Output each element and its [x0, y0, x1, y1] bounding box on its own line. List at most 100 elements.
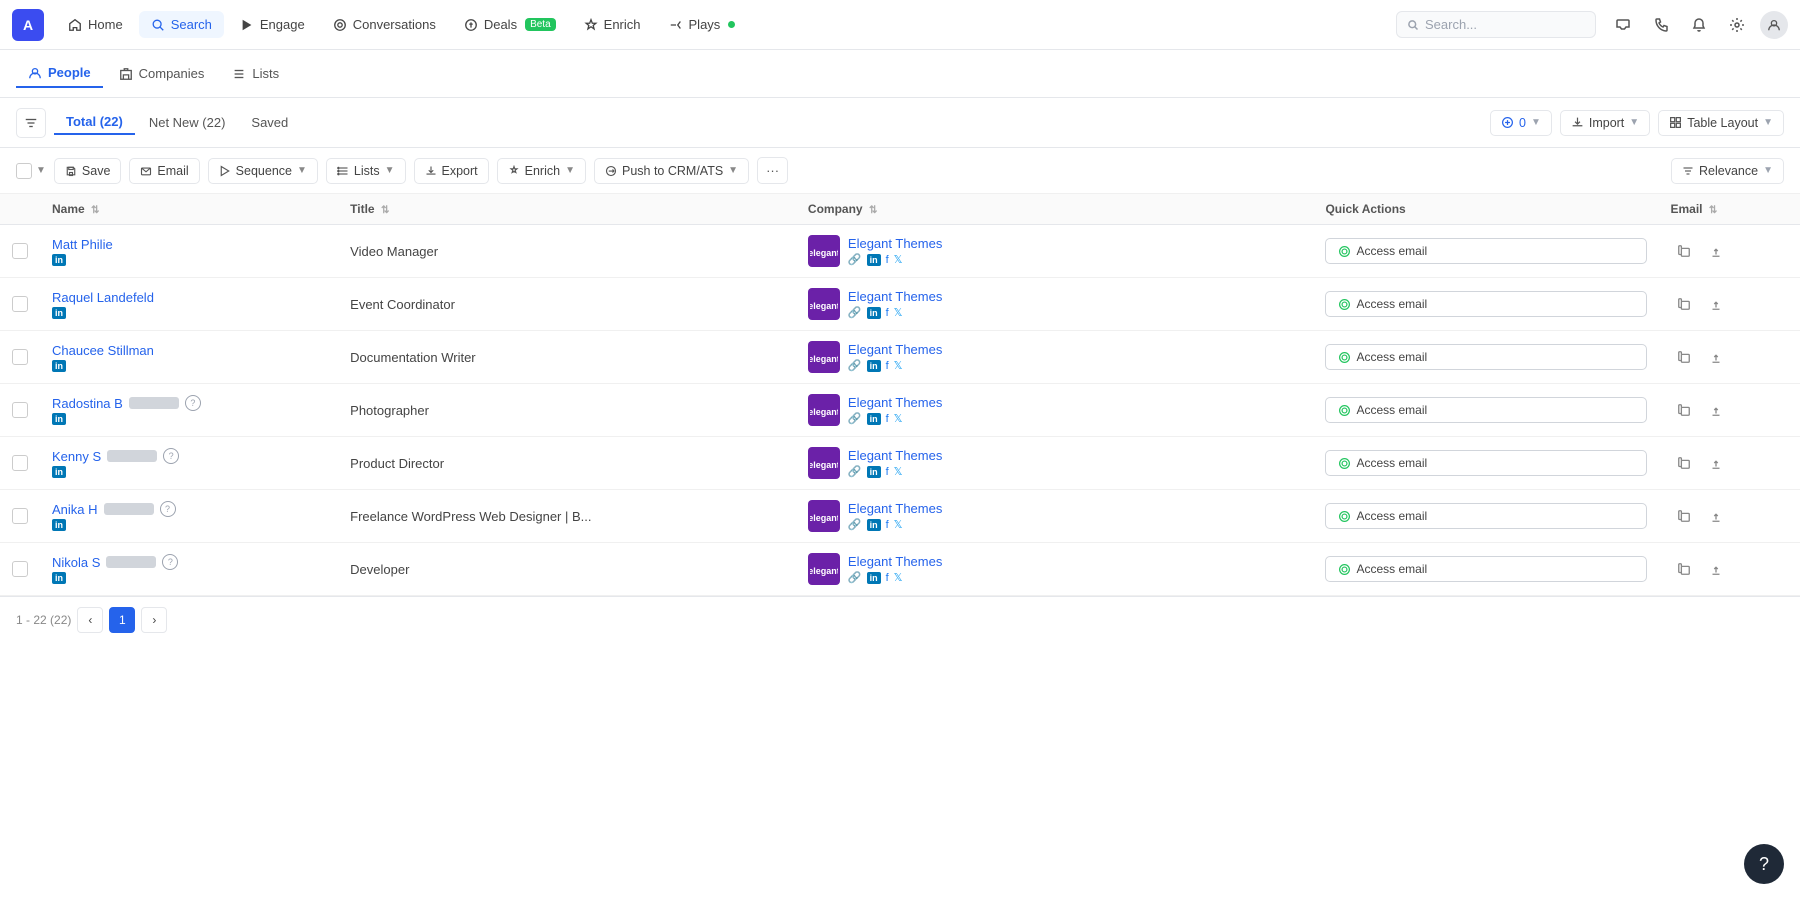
global-search[interactable]: Search... — [1396, 11, 1596, 38]
company-linkedin-icon[interactable]: in — [867, 254, 881, 266]
nav-home[interactable]: Home — [56, 11, 135, 38]
email-btn[interactable]: Email — [129, 158, 199, 184]
company-facebook-icon[interactable]: f — [886, 413, 889, 425]
linkedin-icon[interactable]: in — [52, 307, 66, 319]
nav-enrich[interactable]: Enrich — [572, 11, 653, 38]
select-all-checkbox[interactable] — [16, 163, 32, 179]
nav-deals[interactable]: Deals Beta — [452, 11, 568, 38]
linkedin-icon[interactable]: in — [52, 254, 66, 266]
nav-search[interactable]: Search — [139, 11, 224, 38]
company-twitter-icon[interactable]: 𝕏 — [894, 359, 903, 372]
company-facebook-icon[interactable]: f — [886, 254, 889, 266]
more-actions-btn[interactable]: ··· — [757, 157, 788, 184]
company-name-link[interactable]: Elegant Themes — [848, 448, 942, 463]
col-email[interactable]: Email ⇅ — [1659, 194, 1800, 225]
user-icon-btn[interactable] — [1760, 11, 1788, 39]
export-btn[interactable]: Export — [414, 158, 489, 184]
nav-plays[interactable]: Plays — [657, 11, 748, 38]
col-title[interactable]: Title ⇅ — [338, 194, 796, 225]
email-copy-icon[interactable] — [1671, 450, 1697, 476]
email-send-icon[interactable] — [1703, 291, 1729, 317]
prev-page-btn[interactable]: ‹ — [77, 607, 103, 633]
col-company[interactable]: Company ⇅ — [796, 194, 1314, 225]
help-icon[interactable]: ? — [163, 448, 179, 464]
table-layout-btn[interactable]: Table Layout ▼ — [1658, 110, 1784, 136]
import-btn[interactable]: Import ▼ — [1560, 110, 1650, 136]
company-name-link[interactable]: Elegant Themes — [848, 554, 942, 569]
company-website-icon[interactable]: 🔗 — [848, 518, 862, 531]
sequence-btn[interactable]: Sequence ▼ — [208, 158, 318, 184]
company-website-icon[interactable]: 🔗 — [848, 571, 862, 584]
email-send-icon[interactable] — [1703, 556, 1729, 582]
sub-nav-lists[interactable]: Lists — [220, 60, 291, 87]
select-all-arrow[interactable]: ▼ — [36, 165, 46, 176]
company-website-icon[interactable]: 🔗 — [848, 359, 862, 372]
company-twitter-icon[interactable]: 𝕏 — [894, 306, 903, 319]
push-crm-btn[interactable]: Push to CRM/ATS ▼ — [594, 158, 749, 184]
help-icon[interactable]: ? — [185, 395, 201, 411]
access-email-btn[interactable]: Access email — [1325, 503, 1646, 529]
company-linkedin-icon[interactable]: in — [867, 307, 881, 319]
email-copy-icon[interactable] — [1671, 397, 1697, 423]
inbox-icon-btn[interactable] — [1608, 10, 1638, 40]
company-twitter-icon[interactable]: 𝕏 — [894, 253, 903, 266]
company-linkedin-icon[interactable]: in — [867, 360, 881, 372]
row-checkbox[interactable] — [12, 296, 28, 312]
row-checkbox[interactable] — [12, 243, 28, 259]
relevance-btn[interactable]: Relevance ▼ — [1671, 158, 1784, 184]
person-name-link[interactable]: Kenny S — [52, 449, 101, 464]
company-facebook-icon[interactable]: f — [886, 307, 889, 319]
company-linkedin-icon[interactable]: in — [867, 413, 881, 425]
company-website-icon[interactable]: 🔗 — [848, 465, 862, 478]
app-logo[interactable]: A — [12, 9, 44, 41]
email-send-icon[interactable] — [1703, 238, 1729, 264]
company-facebook-icon[interactable]: f — [886, 572, 889, 584]
tab-net-new[interactable]: Net New (22) — [137, 111, 238, 134]
help-icon[interactable]: ? — [160, 501, 176, 517]
company-name-link[interactable]: Elegant Themes — [848, 342, 942, 357]
company-facebook-icon[interactable]: f — [886, 519, 889, 531]
company-linkedin-icon[interactable]: in — [867, 466, 881, 478]
help-icon[interactable]: ? — [162, 554, 178, 570]
linkedin-icon[interactable]: in — [52, 519, 66, 531]
person-name-link[interactable]: Anika H — [52, 502, 98, 517]
page-1-btn[interactable]: 1 — [109, 607, 135, 633]
email-copy-icon[interactable] — [1671, 291, 1697, 317]
access-email-btn[interactable]: Access email — [1325, 397, 1646, 423]
company-twitter-icon[interactable]: 𝕏 — [894, 465, 903, 478]
company-name-link[interactable]: Elegant Themes — [848, 395, 942, 410]
access-email-btn[interactable]: Access email — [1325, 556, 1646, 582]
company-twitter-icon[interactable]: 𝕏 — [894, 571, 903, 584]
row-checkbox[interactable] — [12, 508, 28, 524]
row-checkbox[interactable] — [12, 349, 28, 365]
email-send-icon[interactable] — [1703, 344, 1729, 370]
filter-button[interactable] — [16, 108, 46, 138]
enrich-btn[interactable]: Enrich ▼ — [497, 158, 586, 184]
company-name-link[interactable]: Elegant Themes — [848, 501, 942, 516]
sub-nav-people[interactable]: People — [16, 59, 103, 88]
access-email-btn[interactable]: Access email — [1325, 344, 1646, 370]
access-email-btn[interactable]: Access email — [1325, 450, 1646, 476]
access-email-btn[interactable]: Access email — [1325, 238, 1646, 264]
row-checkbox[interactable] — [12, 402, 28, 418]
sub-nav-companies[interactable]: Companies — [107, 60, 217, 87]
email-copy-icon[interactable] — [1671, 238, 1697, 264]
company-facebook-icon[interactable]: f — [886, 360, 889, 372]
linkedin-icon[interactable]: in — [52, 466, 66, 478]
email-send-icon[interactable] — [1703, 450, 1729, 476]
company-name-link[interactable]: Elegant Themes — [848, 289, 942, 304]
row-checkbox[interactable] — [12, 455, 28, 471]
col-name[interactable]: Name ⇅ — [40, 194, 338, 225]
person-name-link[interactable]: Matt Philie — [52, 237, 113, 252]
email-copy-icon[interactable] — [1671, 344, 1697, 370]
person-name-link[interactable]: Radostina B — [52, 396, 123, 411]
linkedin-icon[interactable]: in — [52, 413, 66, 425]
lists-btn[interactable]: Lists ▼ — [326, 158, 406, 184]
settings-icon-btn[interactable] — [1722, 10, 1752, 40]
company-facebook-icon[interactable]: f — [886, 466, 889, 478]
company-website-icon[interactable]: 🔗 — [848, 412, 862, 425]
phone-icon-btn[interactable] — [1646, 10, 1676, 40]
linkedin-icon[interactable]: in — [52, 360, 66, 372]
company-linkedin-icon[interactable]: in — [867, 572, 881, 584]
email-copy-icon[interactable] — [1671, 556, 1697, 582]
